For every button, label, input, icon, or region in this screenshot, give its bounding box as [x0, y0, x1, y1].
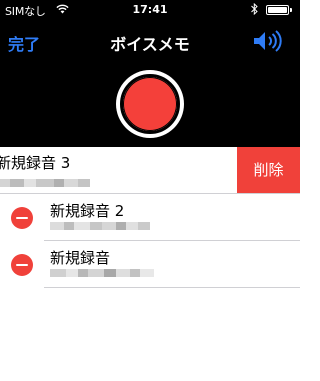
- speaker-icon[interactable]: [251, 30, 283, 52]
- top-panel: SIMなし 17:41 完了 ボイスメモ: [0, 0, 300, 147]
- delete-circle-icon[interactable]: [11, 254, 33, 276]
- recording-meta-redacted: [0, 179, 90, 187]
- recording-meta-redacted: [50, 222, 150, 230]
- status-bar: SIMなし 17:41: [0, 0, 300, 20]
- record-button[interactable]: [116, 70, 184, 138]
- list-item[interactable]: 新規録音: [0, 241, 300, 288]
- list-item[interactable]: 新規録音 2: [0, 194, 300, 241]
- recording-title: 新規録音 3: [0, 154, 71, 172]
- delete-circle-icon[interactable]: [11, 207, 33, 229]
- list-item[interactable]: 新規録音 3 削除: [0, 147, 300, 194]
- swipe-delete-button[interactable]: 削除: [237, 147, 300, 194]
- recording-meta-redacted: [50, 269, 154, 277]
- recording-title: 新規録音 2: [50, 202, 125, 220]
- battery-tip: [290, 8, 292, 12]
- divider: [44, 287, 300, 288]
- battery-icon: [266, 5, 289, 15]
- bluetooth-icon: [251, 3, 258, 15]
- record-icon: [123, 77, 177, 131]
- battery-level: [268, 7, 287, 13]
- recording-title: 新規録音: [50, 249, 111, 267]
